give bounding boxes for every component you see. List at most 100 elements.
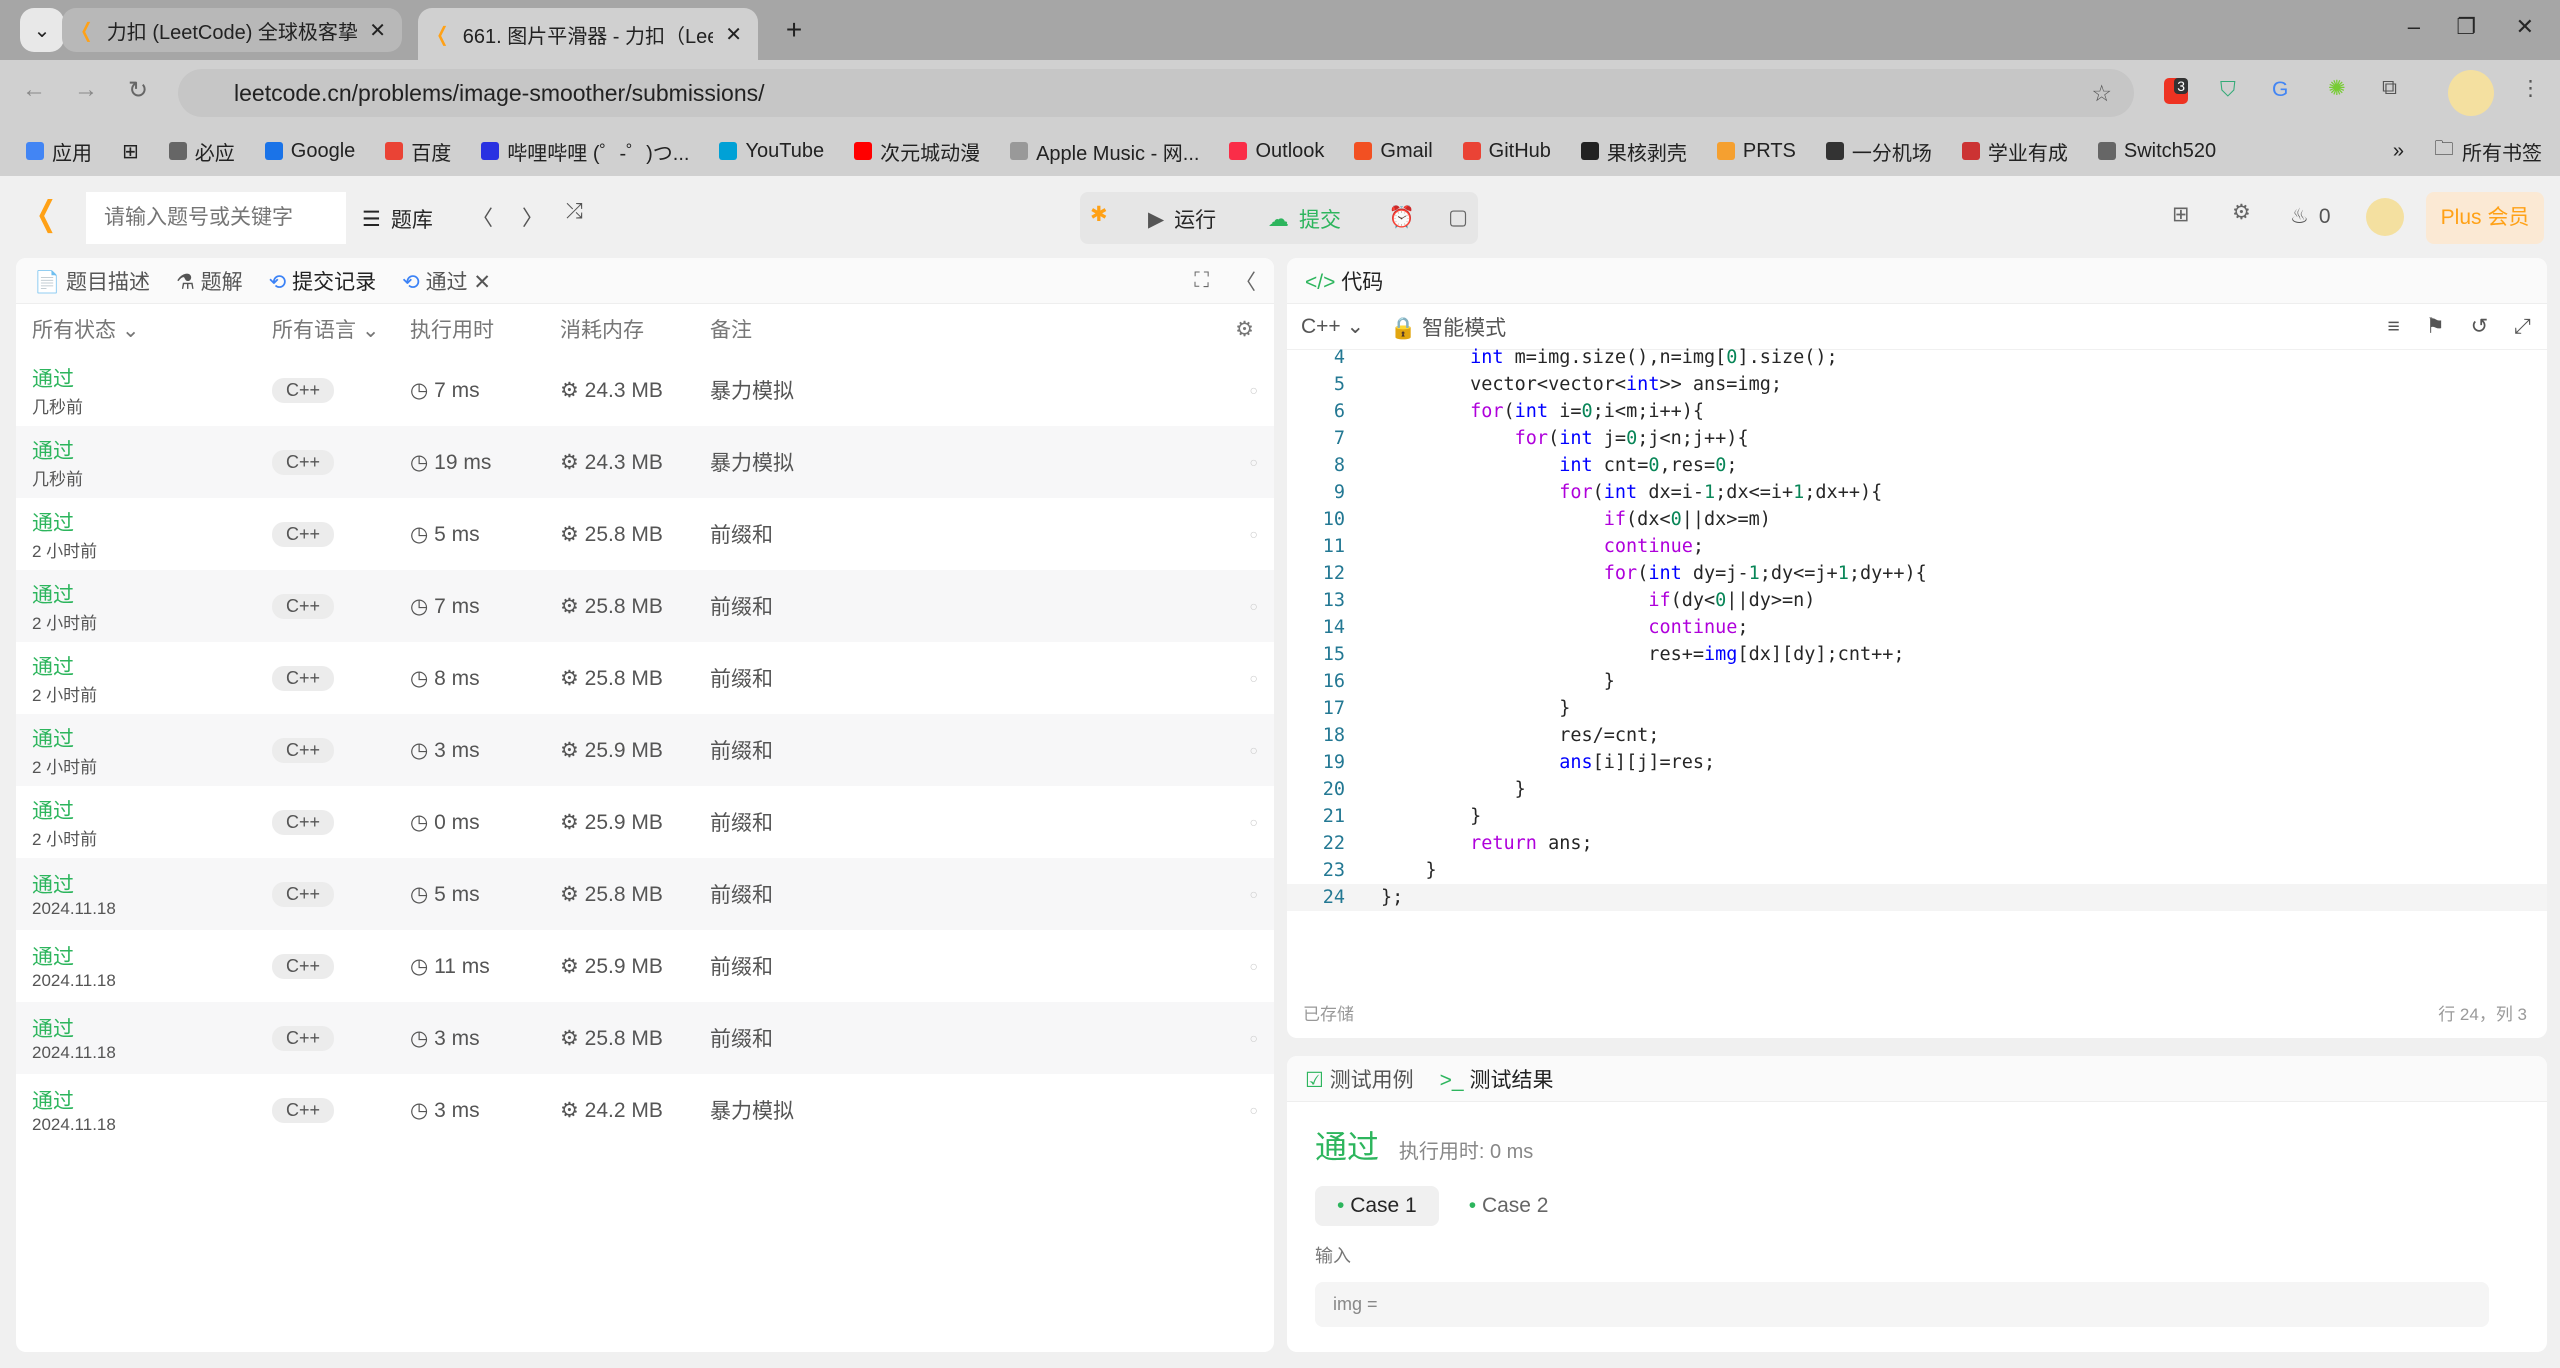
row-menu-icon[interactable]: ○	[1250, 958, 1258, 974]
extension-icon[interactable]: 3	[2164, 78, 2188, 104]
note[interactable]: 暴力模拟	[710, 375, 1250, 405]
note[interactable]: 前缀和	[710, 951, 1250, 981]
shield-extension-icon[interactable]: ⛉	[2220, 78, 2236, 102]
submission-row[interactable]: 通过 2024.11.18 C++ ◷ 3 ms ⚙ 25.8 MB 前缀和 ○	[16, 1002, 1274, 1074]
submit-button[interactable]: ☁ 提交	[1268, 204, 1341, 234]
bookmark-item[interactable]: 果核剥壳	[1580, 137, 1687, 166]
problem-bank-button[interactable]: ☰ 题库	[362, 204, 433, 234]
row-menu-icon[interactable]: ○	[1250, 454, 1258, 470]
browser-tab-active[interactable]: ❬ 661. 图片平滑器 - 力扣（LeetC ✕	[418, 8, 758, 60]
more-bookmarks-icon[interactable]: »	[2393, 140, 2404, 163]
row-menu-icon[interactable]: ○	[1250, 742, 1258, 758]
row-menu-icon[interactable]: ○	[1250, 1030, 1258, 1046]
plus-membership-button[interactable]: Plus 会员	[2426, 192, 2544, 244]
back-icon[interactable]: ←	[22, 76, 46, 104]
tab-testcase[interactable]: ☑ 测试用例	[1305, 1064, 1414, 1094]
status-link[interactable]: 通过	[32, 795, 272, 825]
row-menu-icon[interactable]: ○	[1250, 1102, 1258, 1118]
tab-groups-icon[interactable]: ⊞	[122, 139, 139, 164]
bookmark-item[interactable]: 次元城动漫	[854, 137, 980, 166]
status-link[interactable]: 通过	[32, 869, 272, 899]
layout-icon[interactable]: ⊞	[2172, 202, 2190, 227]
language-filter[interactable]: 所有语言 ⌄	[272, 314, 410, 344]
bookmark-item[interactable]: 学业有成	[1961, 137, 2068, 166]
status-link[interactable]: 通过	[32, 941, 272, 971]
url-input[interactable]: leetcode.cn/problems/image-smoother/subm…	[178, 69, 2134, 117]
reset-icon[interactable]: ↺	[2471, 314, 2489, 339]
reload-icon[interactable]: ↻	[128, 76, 148, 105]
streak-counter[interactable]: ♨ 0	[2290, 204, 2331, 229]
close-icon[interactable]: ✕	[725, 22, 742, 47]
tab-solutions[interactable]: ⚗ 题解	[176, 266, 243, 296]
format-icon[interactable]: ≡	[2387, 315, 2399, 339]
row-menu-icon[interactable]: ○	[1250, 526, 1258, 542]
submission-row[interactable]: 通过 几秒前 C++ ◷ 19 ms ⚙ 24.3 MB 暴力模拟 ○	[16, 426, 1274, 498]
close-icon[interactable]: ✕	[369, 18, 386, 43]
submission-row[interactable]: 通过 2 小时前 C++ ◷ 7 ms ⚙ 25.8 MB 前缀和 ○	[16, 570, 1274, 642]
settings-icon[interactable]: ⚙	[1235, 317, 1254, 342]
menu-icon[interactable]: ⋮	[2520, 76, 2541, 101]
status-link[interactable]: 通过	[32, 507, 272, 537]
restore-button[interactable]: ❐	[2456, 14, 2476, 40]
search-input[interactable]	[86, 192, 346, 244]
tab-submissions[interactable]: ⟲ 提交记录	[269, 266, 376, 296]
tab-description[interactable]: 📄 题目描述	[34, 266, 150, 296]
star-icon[interactable]: ☆	[2091, 80, 2112, 107]
bookmark-item[interactable]: PRTS	[1716, 140, 1796, 163]
smart-mode-toggle[interactable]: 🔒 智能模式	[1390, 312, 1506, 342]
new-tab-button[interactable]: +	[772, 8, 816, 52]
all-bookmarks[interactable]: 🗀 所有书签	[2434, 134, 2542, 168]
row-menu-icon[interactable]: ○	[1250, 814, 1258, 830]
next-problem-icon[interactable]: 〉	[522, 202, 543, 232]
submission-row[interactable]: 通过 2024.11.18 C++ ◷ 3 ms ⚙ 24.2 MB 暴力模拟 ○	[16, 1074, 1274, 1146]
puzzle-icon[interactable]: ⧉	[2382, 76, 2397, 100]
user-avatar[interactable]	[2366, 198, 2404, 236]
bookmark-item[interactable]: YouTube	[719, 140, 824, 163]
status-link[interactable]: 通过	[32, 723, 272, 753]
status-link[interactable]: 通过	[32, 579, 272, 609]
case-tab-1[interactable]: • Case 1	[1315, 1186, 1439, 1226]
bookmark-item[interactable]: Gmail	[1354, 140, 1433, 163]
language-select[interactable]: C++ ⌄	[1301, 314, 1364, 339]
leetcode-logo[interactable]: ❬	[32, 194, 61, 234]
row-menu-icon[interactable]: ○	[1250, 886, 1258, 902]
status-link[interactable]: 通过	[32, 363, 272, 393]
bookmark-item[interactable]: Google	[264, 140, 355, 163]
bookmark-item[interactable]: Apple Music - 网...	[1010, 137, 1199, 166]
bookmark-icon[interactable]: ⚑	[2426, 314, 2445, 339]
prev-problem-icon[interactable]: 〈	[472, 202, 493, 232]
collapse-icon[interactable]: 〈	[1235, 266, 1256, 296]
close-icon[interactable]: ✕	[473, 271, 491, 294]
status-link[interactable]: 通过	[32, 1013, 272, 1043]
forward-icon[interactable]: →	[74, 76, 98, 104]
settings-icon[interactable]: ⚙	[2232, 200, 2251, 225]
submission-row[interactable]: 通过 2 小时前 C++ ◷ 5 ms ⚙ 25.8 MB 前缀和 ○	[16, 498, 1274, 570]
note-icon[interactable]: ▢	[1438, 192, 1478, 244]
fullscreen-icon[interactable]: ⤢	[2514, 315, 2531, 339]
profile-avatar[interactable]	[2448, 70, 2494, 116]
row-menu-icon[interactable]: ○	[1250, 670, 1258, 686]
case-tab-2[interactable]: • Case 2	[1459, 1186, 1559, 1226]
submission-row[interactable]: 通过 2 小时前 C++ ◷ 0 ms ⚙ 25.9 MB 前缀和 ○	[16, 786, 1274, 858]
bookmark-item[interactable]: Outlook	[1229, 140, 1324, 163]
tab-accepted[interactable]: ⟲ 通过 ✕	[402, 266, 491, 296]
note[interactable]: 前缀和	[710, 663, 1250, 693]
note[interactable]: 暴力模拟	[710, 1095, 1250, 1125]
note[interactable]: 前缀和	[710, 879, 1250, 909]
shuffle-icon[interactable]: ⤮	[566, 200, 583, 224]
status-link[interactable]: 通过	[32, 651, 272, 681]
note[interactable]: 前缀和	[710, 735, 1250, 765]
bookmark-item[interactable]: 百度	[385, 137, 451, 166]
submission-row[interactable]: 通过 2024.11.18 C++ ◷ 11 ms ⚙ 25.9 MB 前缀和 ○	[16, 930, 1274, 1002]
bookmark-item[interactable]: 必应	[168, 137, 235, 166]
status-link[interactable]: 通过	[32, 1085, 272, 1115]
row-menu-icon[interactable]: ○	[1250, 382, 1258, 398]
close-window-button[interactable]: ✕	[2516, 14, 2534, 40]
bookmark-item[interactable]: 一分机场	[1825, 137, 1932, 166]
submission-row[interactable]: 通过 2 小时前 C++ ◷ 8 ms ⚙ 25.8 MB 前缀和 ○	[16, 642, 1274, 714]
debug-icon[interactable]: ✱	[1090, 202, 1108, 227]
bookmark-item[interactable]: Switch520	[2097, 140, 2216, 163]
alarm-icon[interactable]: ⏰	[1382, 192, 1422, 244]
note[interactable]: 前缀和	[710, 807, 1250, 837]
lime-extension-icon[interactable]: ✺	[2328, 76, 2346, 101]
